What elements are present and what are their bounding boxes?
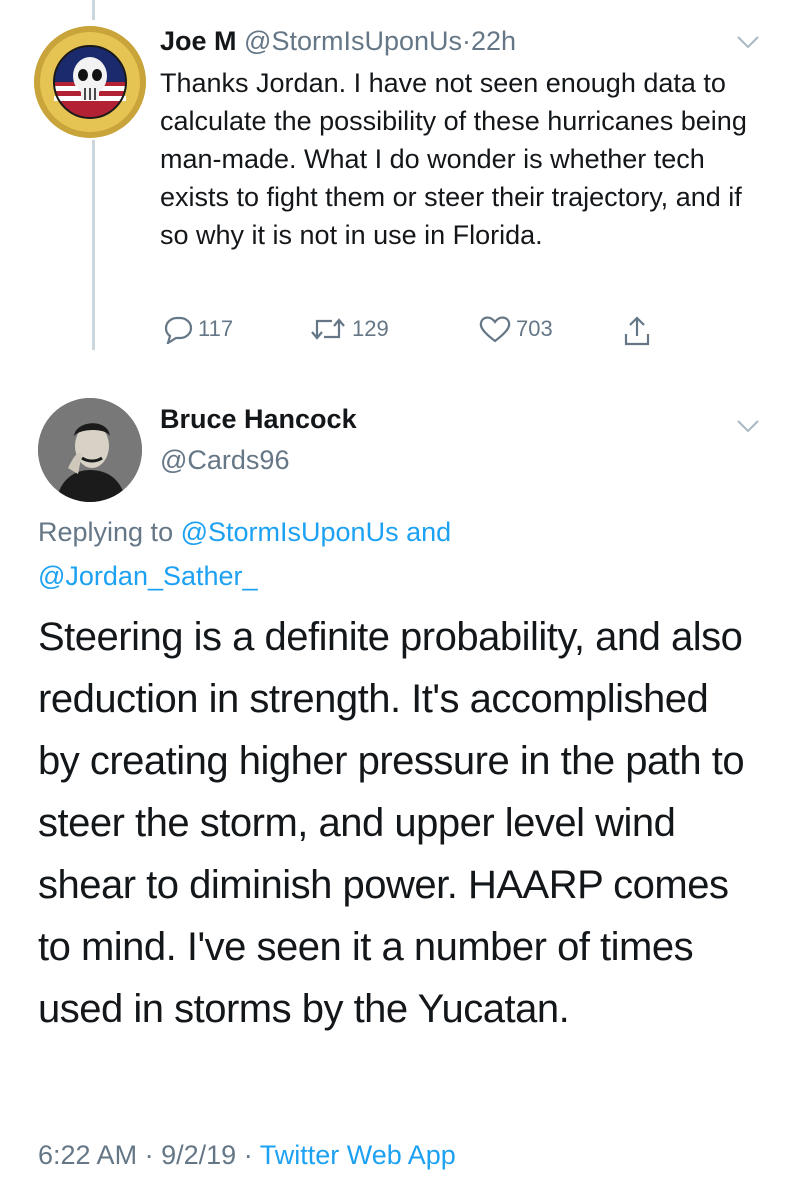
- author-name[interactable]: Bruce Hancock: [160, 404, 357, 435]
- avatar[interactable]: [34, 26, 146, 138]
- mention-link[interactable]: @Jordan_Sather_: [38, 561, 258, 591]
- reply-count: 117: [198, 316, 234, 341]
- author-handle[interactable]: @StormIsUponUs: [244, 26, 462, 56]
- separator-dot: ·: [243, 1140, 253, 1170]
- retweet-button[interactable]: 129: [308, 314, 389, 344]
- author-handle[interactable]: @Cards96: [160, 445, 289, 476]
- reply-icon: [164, 316, 193, 344]
- maga-logo-icon: [34, 26, 146, 138]
- thread-line: [92, 140, 95, 350]
- tweet-text: Thanks Jordan. I have not seen enough da…: [160, 68, 747, 250]
- separator-dot: ·: [462, 26, 472, 56]
- replying-prefix: Replying to: [38, 517, 174, 547]
- like-count: 703: [516, 316, 553, 341]
- like-icon: [479, 316, 511, 343]
- separator-dot: ·: [144, 1140, 154, 1170]
- tweet-meta: 6:22 AM · 9/2/19 · Twitter Web App: [38, 1140, 456, 1171]
- share-button[interactable]: [622, 314, 656, 348]
- chevron-down-icon[interactable]: [736, 418, 760, 434]
- reply-button[interactable]: 117: [160, 314, 233, 344]
- tweet-header: Joe M @StormIsUponUs·22h: [160, 26, 516, 57]
- mention-link[interactable]: @StormIsUponUs: [181, 517, 399, 547]
- retweet-icon: [311, 318, 345, 340]
- like-button[interactable]: 703: [478, 314, 553, 344]
- timestamp[interactable]: 6:22 AM: [38, 1140, 137, 1170]
- profile-photo: [38, 398, 142, 502]
- avatar[interactable]: [38, 398, 142, 502]
- share-icon: [624, 316, 650, 346]
- tweet-actions: 117 129 703: [160, 314, 680, 350]
- replying-to: Replying to @StormIsUponUs and @Jordan_S…: [38, 510, 758, 598]
- author-name[interactable]: Joe M: [160, 26, 237, 56]
- thread-line-top: [92, 0, 95, 20]
- client-link[interactable]: Twitter Web App: [260, 1140, 456, 1170]
- retweet-count: 129: [352, 316, 389, 341]
- timestamp[interactable]: 22h: [471, 26, 516, 56]
- tweet-text: Steering is a definite probability, and …: [38, 615, 745, 1031]
- mention-conjunction[interactable]: and: [406, 517, 451, 547]
- chevron-down-icon[interactable]: [736, 34, 760, 50]
- date[interactable]: 9/2/19: [161, 1140, 236, 1170]
